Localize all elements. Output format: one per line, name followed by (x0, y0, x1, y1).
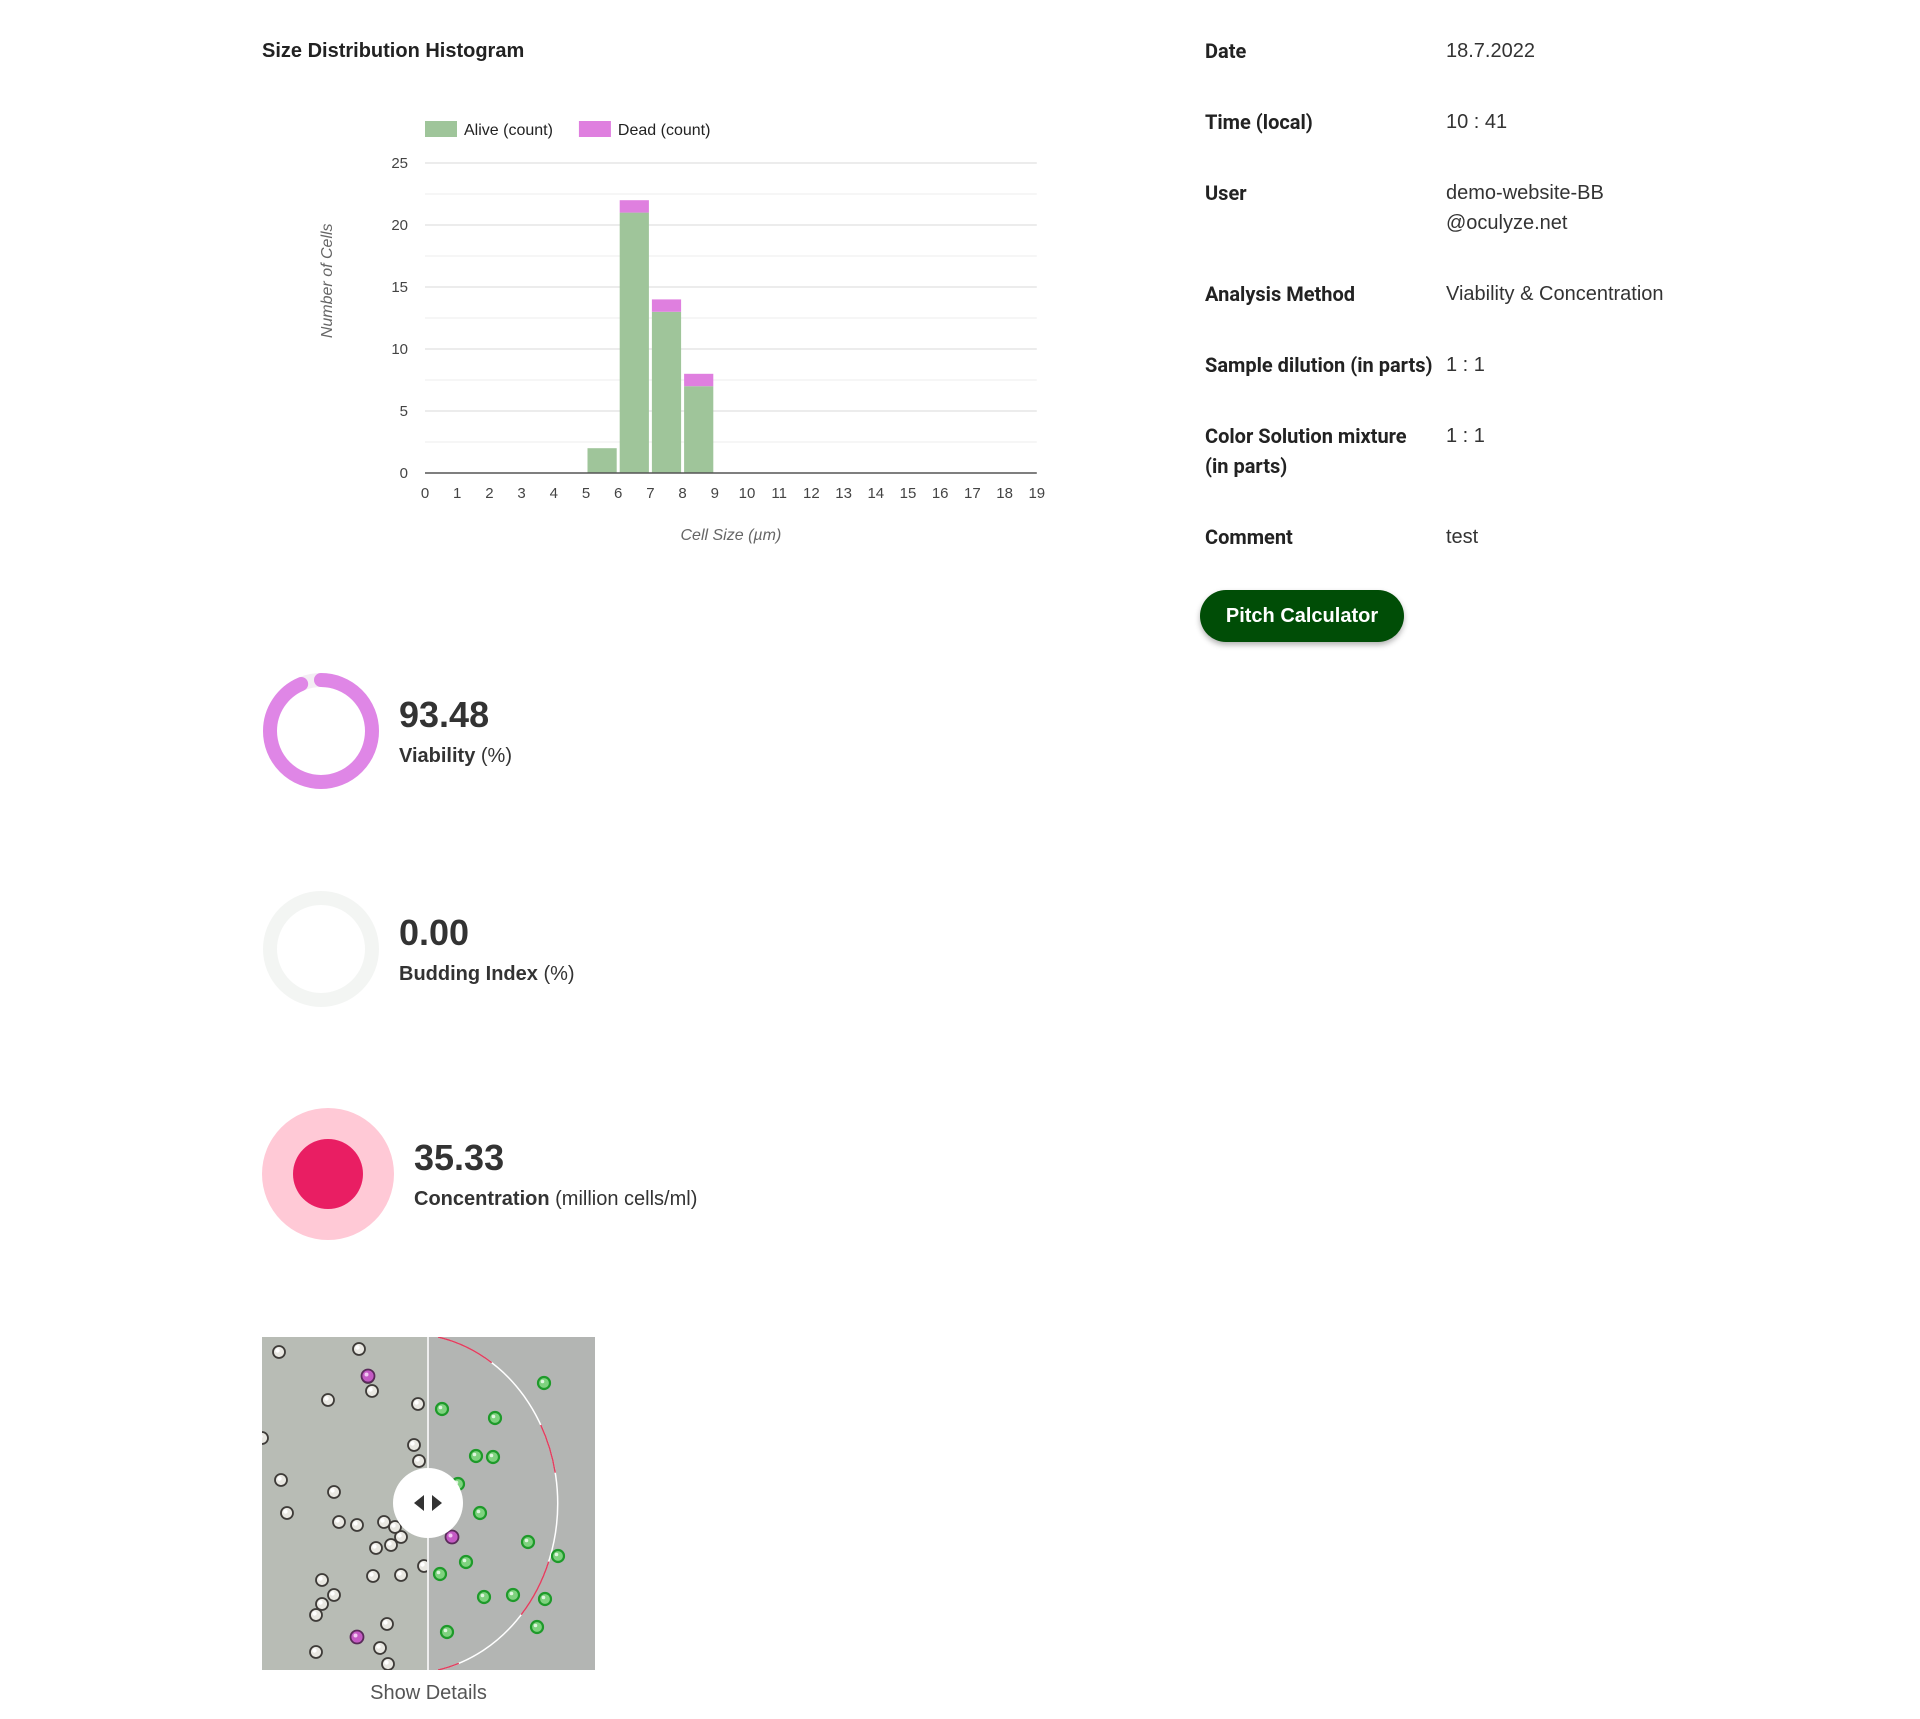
chart-bars (587, 200, 714, 473)
bar-alive (684, 386, 714, 473)
x-tick-label: 10 (739, 485, 756, 502)
budding-ring-icon (263, 891, 379, 1007)
x-tick-label: 18 (996, 485, 1013, 502)
chart-axes: 05101520250 1 2 3 4 5 6 7 8 9 10 11 12 13 14 15 16 17 18 19 (391, 155, 1045, 502)
date-label: Date (1205, 39, 1247, 63)
x-tick-label: 4 (550, 485, 558, 502)
sample-dilution-value: 1 : 1 (1446, 354, 1485, 376)
x-tick-label: 11 (771, 485, 787, 502)
x-tick-label: 0 (421, 485, 429, 502)
legend-label: Alive (count) (464, 122, 553, 139)
show-details-link[interactable]: Show Details (262, 1682, 595, 1705)
x-tick-label: 12 (803, 485, 820, 502)
y-tick-label: 15 (391, 279, 408, 296)
viability-ring-icon (263, 673, 379, 789)
analysis-method-value: Viability & Concentration (1446, 283, 1664, 305)
x-tick-label: 5 (582, 485, 590, 502)
y-tick-label: 20 (391, 217, 408, 234)
viability-value: 93.48 (399, 694, 490, 735)
legend-swatch (578, 121, 611, 137)
comment-value: test (1446, 526, 1479, 548)
x-axis-title: Cell Size (µm) (681, 527, 782, 544)
x-tick-label: 13 (835, 485, 852, 502)
x-tick-label: 2 (485, 485, 493, 502)
budding-index-label: Budding Index (%) (399, 963, 575, 985)
left-right-arrows-icon (414, 1495, 442, 1511)
x-tick-label: 3 (517, 485, 525, 502)
x-tick-label: 1 (453, 485, 461, 502)
x-tick-label: 9 (711, 485, 719, 502)
budding-index-value: 0.00 (399, 912, 470, 953)
legend-swatch (425, 121, 457, 137)
y-tick-label: 25 (391, 155, 408, 172)
histogram-title: Size Distribution Histogram (262, 40, 525, 62)
bar-dead (651, 299, 682, 312)
x-tick-label: 7 (646, 485, 654, 502)
cell-image-comparison[interactable] (262, 1337, 595, 1670)
x-tick-label: 16 (932, 485, 949, 502)
bar-alive (587, 448, 617, 473)
concentration-value: 35.33 (414, 1137, 505, 1178)
user-value: demo-website-BB@oculyze.net (1446, 182, 1604, 234)
y-tick-label: 10 (391, 341, 408, 358)
x-tick-label: 8 (678, 485, 686, 502)
chart-grid (425, 162, 1037, 443)
bar-dead (684, 373, 714, 387)
time-value: 10 : 41 (1446, 111, 1508, 133)
compare-slider-handle[interactable] (393, 1468, 463, 1538)
viability-ring-arc (263, 673, 379, 789)
y-tick-label: 5 (400, 403, 408, 420)
bar-dead (619, 200, 649, 213)
concentration-label: Concentration (million cells/ml) (414, 1188, 698, 1210)
x-tick-label: 15 (900, 485, 917, 502)
x-tick-label: 17 (964, 485, 981, 502)
chart-legend: Alive (count) Dead (count) (425, 121, 710, 139)
size-histogram-chart: 05101520250 1 2 3 4 5 6 7 8 9 10 11 12 13 14 15 16 17 18 19… (319, 121, 1045, 544)
concentration-dot-icon (262, 1108, 394, 1240)
x-tick-label: 19 (1028, 485, 1045, 502)
x-tick-label: 6 (614, 485, 622, 502)
user-label: User (1205, 181, 1247, 205)
y-axis-title: Number of Cells (319, 223, 336, 338)
sample-dilution-label: Sample dilution (in parts) (1205, 353, 1433, 377)
date-value: 18.7.2022 (1446, 40, 1535, 62)
legend-label: Dead (count) (618, 122, 711, 139)
viability-label: Viability (%) (399, 745, 512, 767)
y-tick-label: 0 (400, 465, 408, 482)
color-solution-label: Color Solution mixture (in parts) (1205, 424, 1407, 478)
color-solution-value: 1 : 1 (1446, 425, 1485, 447)
x-tick-label: 14 (867, 485, 884, 502)
bar-alive (619, 212, 649, 473)
analysis-method-label: Analysis Method (1205, 282, 1356, 306)
pitch-calculator-button[interactable]: Pitch Calculator (1200, 590, 1404, 642)
bar-alive (651, 311, 682, 473)
time-label: Time (local) (1205, 110, 1313, 134)
comment-label: Comment (1205, 525, 1293, 549)
